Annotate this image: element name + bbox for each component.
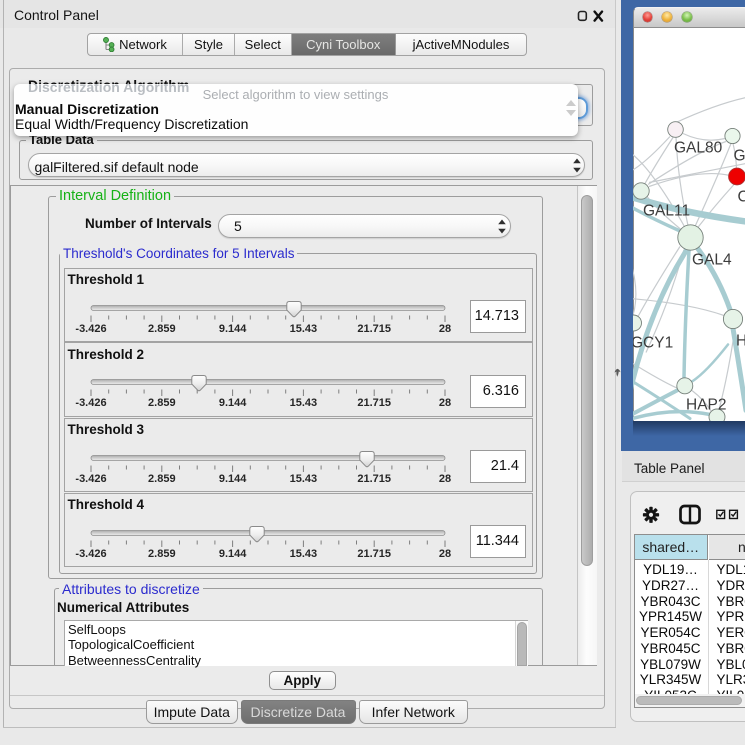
svg-text:2.859: 2.859 [148,548,176,560]
svg-text:15.43: 15.43 [290,323,318,335]
svg-text:15.43: 15.43 [290,397,318,409]
svg-text:15.43: 15.43 [290,473,318,485]
svg-text:2.859: 2.859 [148,473,176,485]
svg-text:21.715: 21.715 [357,323,391,335]
svg-text:-3.426: -3.426 [75,548,106,560]
svg-text:C: C [738,188,745,205]
svg-text:GAL11: GAL11 [643,202,690,219]
svg-text:9.144: 9.144 [219,397,247,409]
svg-text:GCY1: GCY1 [633,334,673,351]
svg-text:15.43: 15.43 [290,548,318,560]
svg-text:9.144: 9.144 [219,548,247,560]
svg-text:2.859: 2.859 [148,323,176,335]
svg-text:21.715: 21.715 [357,397,391,409]
svg-text:28: 28 [439,323,451,335]
svg-text:GAL80: GAL80 [674,139,723,156]
svg-text:28: 28 [439,473,451,485]
svg-text:HAP2: HAP2 [686,396,727,413]
svg-text:-3.426: -3.426 [75,473,106,485]
svg-text:9.144: 9.144 [219,323,247,335]
svg-text:GA: GA [734,147,745,164]
svg-text:21.715: 21.715 [357,473,391,485]
svg-text:28: 28 [439,397,451,409]
svg-text:2.859: 2.859 [148,397,176,409]
svg-text:H: H [736,332,745,349]
svg-text:GAL4: GAL4 [692,251,732,268]
svg-text:28: 28 [439,548,451,560]
svg-text:9.144: 9.144 [219,473,247,485]
svg-text:-3.426: -3.426 [75,397,106,409]
svg-text:21.715: 21.715 [357,548,391,560]
svg-text:-3.426: -3.426 [75,323,106,335]
